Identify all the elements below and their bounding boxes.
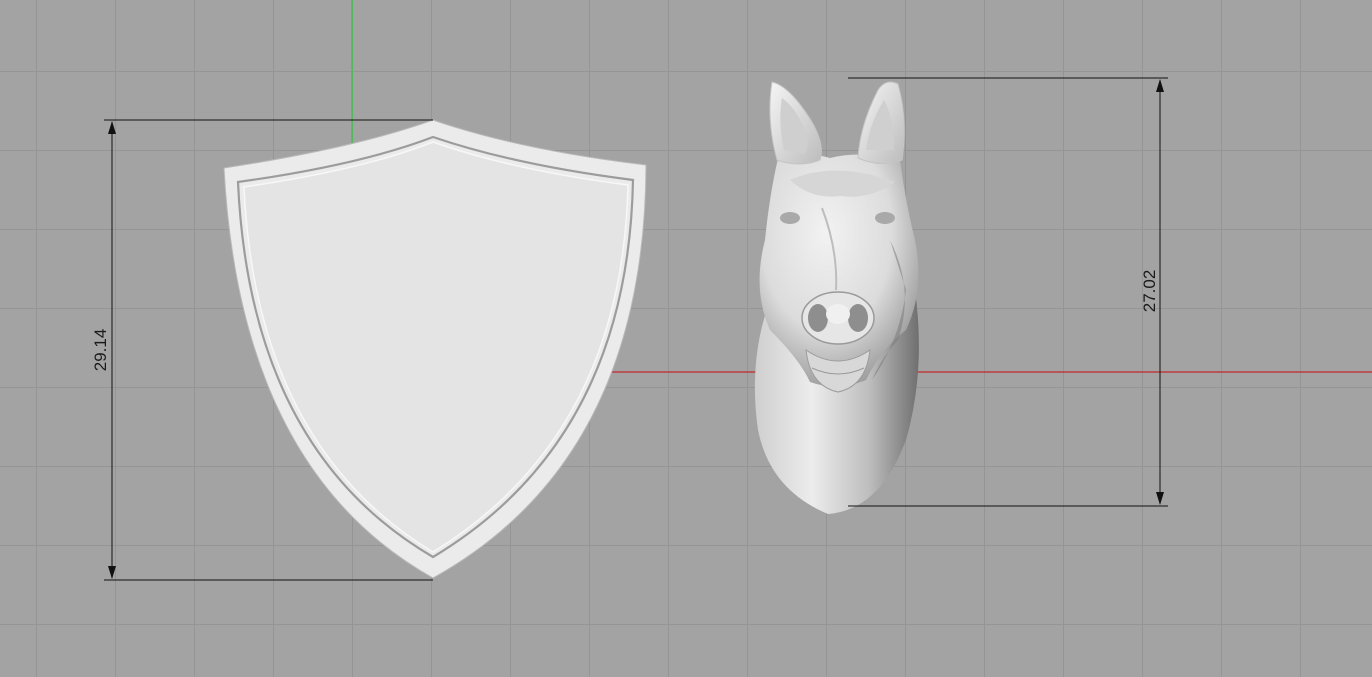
horse-dimension-value: 27.02 [1140,270,1159,313]
horse-head-mesh[interactable] [754,81,919,514]
rhino-viewport-front[interactable]: 29.14 27.02 [0,0,1372,677]
viewport-canvas[interactable]: 29.14 27.02 [0,0,1372,677]
shield-dimension-value: 29.14 [91,329,110,372]
shield-plaque[interactable] [223,119,647,579]
